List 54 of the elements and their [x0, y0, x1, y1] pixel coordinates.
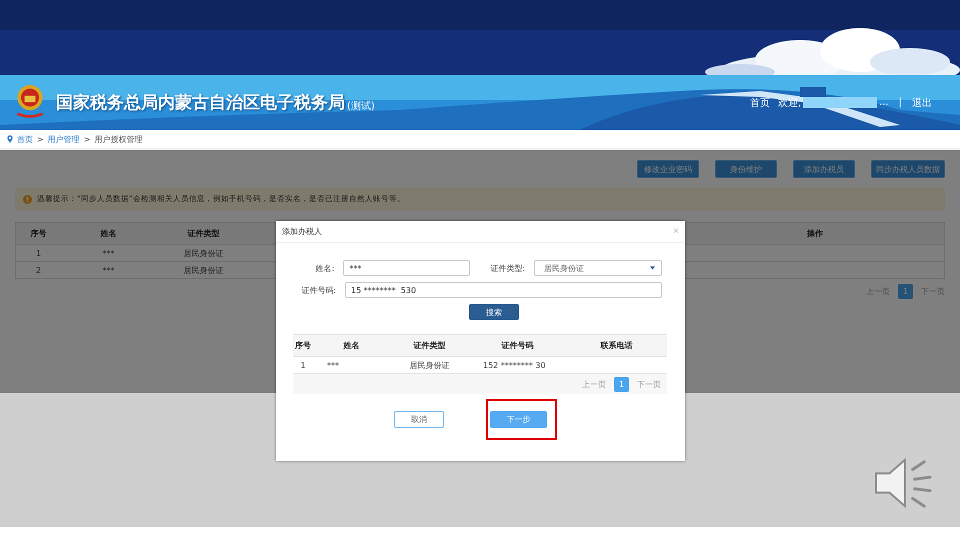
table-cell-text: 2	[34, 266, 42, 274]
field-label: 姓名:	[314, 262, 334, 274]
breadcrumb-link[interactable]: 用户管理	[48, 134, 80, 144]
page-button[interactable]: 1	[614, 376, 629, 392]
breadcrumb-current: 用户授权管理	[94, 134, 142, 144]
site-title: 国家税务总局内蒙古自治区电子税务局	[56, 92, 345, 114]
next-step-button[interactable]: 下一步	[490, 411, 547, 428]
field-label: 证件号码:	[300, 284, 336, 296]
location-pin-icon	[7, 135, 13, 143]
table-cell-text: 1	[34, 248, 42, 258]
column-header: 操作	[806, 228, 824, 239]
speaker-icon	[872, 456, 934, 510]
logout-link[interactable]: 退出	[912, 96, 932, 110]
column-header: 姓名	[342, 340, 360, 351]
column-header: 联系电话	[599, 340, 634, 351]
site-title-suffix: (测试)	[347, 100, 375, 112]
name-field[interactable]: ***	[343, 260, 470, 276]
table-cell-text: 1	[299, 360, 307, 370]
breadcrumb-separator: >	[37, 134, 44, 144]
table-cell-text: ***	[102, 248, 116, 258]
caret-icon	[650, 266, 656, 270]
toolbar-button[interactable]: 同步办税人员数据	[871, 160, 945, 178]
field-label: 证件类型:	[489, 262, 526, 274]
table-cell-text: ***	[102, 266, 116, 274]
column-header: 证件号码	[500, 340, 534, 351]
table-cell-text: 居民身份证	[408, 360, 450, 370]
close-button[interactable]: ×	[673, 226, 679, 237]
id-number-field[interactable]: 15 ******** 530	[345, 282, 662, 298]
column-header: 序号	[30, 228, 48, 239]
column-header: 序号	[294, 340, 312, 351]
breadcrumb-separator: >	[84, 134, 90, 144]
toolbar-button[interactable]: 身份维护	[715, 160, 777, 178]
table-cell-text: 152 ******** 30	[482, 360, 547, 370]
id-type-select[interactable]: 居民身份证	[534, 260, 662, 276]
search-button[interactable]: 搜索	[469, 304, 519, 320]
cancel-button[interactable]: 取消	[394, 411, 444, 428]
separator-text: |	[898, 97, 902, 108]
ellipsis-text: ...	[879, 97, 889, 108]
info-icon	[23, 194, 32, 204]
prev-page-link[interactable]: 上一页	[582, 378, 606, 390]
toolbar-button[interactable]: 添加办税员	[793, 160, 855, 178]
column-header: 姓名	[99, 228, 118, 239]
page-button[interactable]: 1	[898, 284, 913, 299]
next-page-link[interactable]: 下一页	[637, 378, 661, 390]
column-header: 证件类型	[412, 340, 446, 351]
dialog-title: 添加办税人	[282, 226, 322, 237]
column-header: 证件类型	[186, 228, 220, 239]
table-cell-text: 居民身份证	[182, 248, 224, 258]
home-link[interactable]: 首页	[750, 96, 770, 110]
welcome-text: 欢迎,	[778, 96, 802, 110]
table-cell-text: ***	[326, 360, 340, 370]
breadcrumb-link[interactable]: 首页	[17, 134, 33, 144]
table-cell-text: 居民身份证	[182, 264, 224, 276]
toolbar-button[interactable]: 修改企业密码	[637, 160, 699, 178]
